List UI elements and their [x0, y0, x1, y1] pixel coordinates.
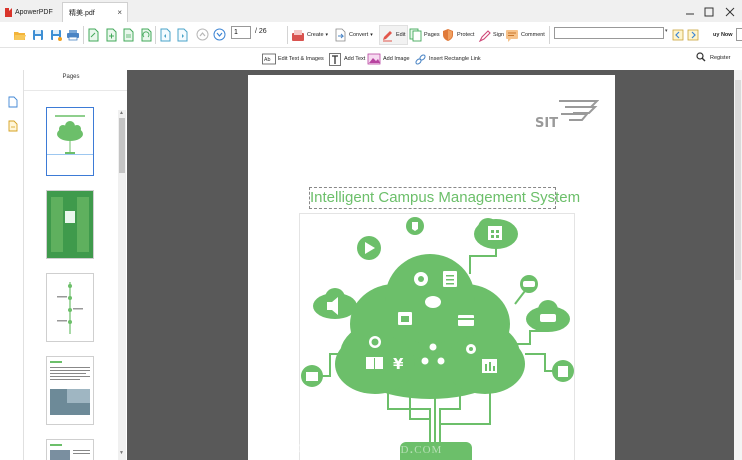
title-selection-box[interactable]: Intelligent Campus Management System [309, 187, 580, 209]
svg-text:¥: ¥ [393, 355, 404, 373]
page-thumbnail[interactable] [46, 439, 94, 460]
edit-button[interactable]: Edit [379, 25, 408, 45]
add-page-icon[interactable] [104, 27, 118, 42]
comment-label: Comment [521, 32, 545, 38]
attachments-panel-icon[interactable] [7, 120, 18, 132]
page-icon[interactable] [121, 27, 135, 42]
pdf-page[interactable]: SIT Intelligent Campus Management System [248, 75, 615, 460]
document-title[interactable]: Intelligent Campus Management System [310, 188, 580, 208]
buy-now-link[interactable]: uy Now [713, 32, 733, 38]
page-total: / 26 [255, 28, 267, 35]
pages-button[interactable]: Pages [408, 25, 440, 45]
print-icon[interactable] [66, 27, 80, 42]
pages-icon [408, 27, 422, 43]
protect-icon [441, 27, 455, 43]
svg-text:Ab: Ab [264, 57, 271, 63]
page-thumbnail[interactable] [46, 356, 94, 425]
app-logo-icon [5, 7, 12, 17]
edit-text-images-icon: Ab [262, 52, 276, 66]
add-image-button[interactable]: Add Image [367, 51, 410, 67]
page-thumbnail[interactable] [46, 107, 94, 176]
add-text-icon [328, 52, 342, 66]
edit-label: Edit [396, 32, 406, 38]
pages-thumbnail-panel: Pages [24, 70, 127, 460]
save-icon[interactable] [31, 27, 45, 42]
convert-label: Convert [349, 32, 369, 38]
main-toolbar: / 26 Create ▾ Convert ▾ Edit Pa [0, 22, 742, 48]
page-prev-icon[interactable] [158, 27, 172, 42]
add-text-button[interactable]: Add Text [328, 51, 365, 67]
insert-rectangle-link-label: Insert Rectangle Link [429, 56, 481, 62]
document-tab-title: 精美.pdf [69, 9, 95, 17]
sign-button[interactable]: Sign [477, 25, 504, 45]
app-tab[interactable]: ApowerPDF [0, 2, 60, 22]
search-dropdown-icon[interactable]: ▾ [665, 28, 668, 34]
search-next-icon[interactable] [686, 27, 700, 42]
document-tab[interactable]: 精美.pdf × [62, 2, 128, 22]
add-image-label: Add Image [383, 56, 410, 62]
page-next-icon[interactable] [175, 27, 189, 42]
overflow-edge [736, 28, 742, 41]
close-tab-icon[interactable]: × [117, 8, 122, 17]
register-label: Register [710, 55, 731, 61]
sign-label: Sign [493, 32, 505, 38]
sit-logo: SIT [535, 98, 600, 131]
title-bar: ApowerPDF 精美.pdf × [0, 0, 742, 24]
sign-icon [477, 27, 491, 43]
arrow-up-icon[interactable] [195, 27, 209, 42]
search-prev-icon[interactable] [671, 27, 685, 42]
page-number-input[interactable] [231, 26, 251, 39]
app-window: ApowerPDF 精美.pdf × 1 / 26 Create ▾ Conve… [0, 0, 742, 460]
page-thumbnail[interactable] [46, 273, 94, 342]
save-as-icon[interactable] [49, 27, 63, 42]
insert-rectangle-link-button[interactable]: Insert Rectangle Link [413, 51, 481, 67]
register-link[interactable]: Register [696, 52, 730, 64]
pages-label: Pages [424, 32, 440, 38]
pages-panel-icon[interactable] [7, 96, 18, 108]
page-thumbnail[interactable] [46, 190, 94, 259]
edit-subtoolbar: Ab Edit Text & Images Add Text Add Image… [0, 48, 742, 70]
rotate-page-icon[interactable] [139, 27, 153, 42]
comment-icon [505, 27, 519, 43]
watermark: GearDownload.com [297, 441, 443, 457]
edit-text-images-button[interactable]: Ab Edit Text & Images [262, 51, 324, 67]
create-icon [291, 27, 305, 43]
arrow-down-icon[interactable] [212, 27, 226, 42]
create-label: Create [307, 32, 324, 38]
edit-text-images-label: Edit Text & Images [278, 56, 324, 62]
pages-panel-title: Pages [62, 74, 80, 80]
page-first-icon[interactable] [86, 27, 100, 42]
document-scrollbar[interactable] [734, 70, 742, 460]
edit-icon [380, 27, 394, 43]
search-icon [696, 52, 706, 64]
left-icon-strip [0, 70, 24, 460]
link-icon [413, 52, 427, 66]
minimize-button[interactable] [682, 4, 698, 20]
maximize-button[interactable] [701, 4, 717, 20]
close-window-button[interactable] [722, 4, 738, 20]
protect-button[interactable]: Protect [441, 25, 474, 45]
comment-button[interactable]: Comment [505, 25, 545, 45]
open-folder-icon[interactable] [13, 27, 27, 42]
logo-text: SIT [535, 116, 558, 128]
add-image-icon [367, 52, 381, 66]
thumbnail-scrollbar[interactable]: ▲ ▼ [118, 110, 126, 460]
protect-label: Protect [457, 32, 475, 38]
add-text-label: Add Text [344, 56, 366, 62]
create-menu-button[interactable]: Create ▾ [291, 25, 328, 45]
app-name: ApowerPDF [15, 8, 53, 16]
convert-menu-button[interactable]: Convert ▾ [333, 25, 373, 45]
campus-illustration: ¥ [299, 213, 575, 460]
document-canvas: SIT Intelligent Campus Management System [127, 70, 734, 460]
search-input[interactable] [554, 27, 664, 39]
convert-icon [333, 27, 347, 43]
